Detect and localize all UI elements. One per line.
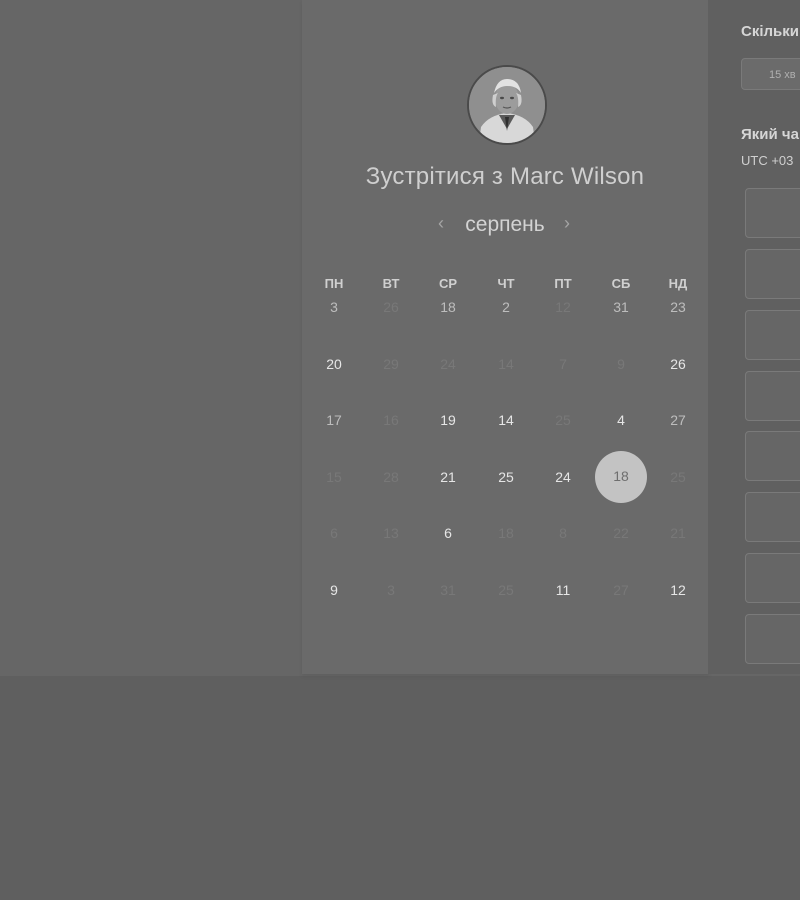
weekday-label: НД xyxy=(668,276,688,291)
calendar-day: 29 xyxy=(383,356,399,372)
calendar-day[interactable]: 6 xyxy=(428,521,468,545)
chevron-right-icon[interactable]: › xyxy=(564,213,570,234)
weekday-label: ПТ xyxy=(554,276,572,291)
time-slot-button[interactable] xyxy=(745,614,800,664)
calendar-day[interactable]: 11 xyxy=(543,578,583,602)
time-slot-button[interactable] xyxy=(745,249,800,299)
time-slot-button[interactable] xyxy=(745,188,800,238)
calendar-day: 6 xyxy=(330,525,338,541)
time-slot-button[interactable] xyxy=(745,492,800,542)
calendar-day: 13 xyxy=(383,525,399,541)
calendar-day: 27 xyxy=(613,582,629,598)
calendar-day: 8 xyxy=(559,525,567,541)
booking-panel: Скільки 15 хв Який ча UTC +03 xyxy=(708,0,800,674)
calendar-day[interactable]: 27 xyxy=(658,408,698,432)
calendar-day[interactable]: 9 xyxy=(314,578,354,602)
calendar-day: 14 xyxy=(498,356,514,372)
time-slot-button[interactable] xyxy=(745,431,800,481)
calendar-day: 3 xyxy=(387,582,395,598)
time-slot-button[interactable] xyxy=(745,553,800,603)
timezone-label[interactable]: UTC +03 xyxy=(741,153,793,168)
calendar-day[interactable]: 25 xyxy=(486,465,526,489)
calendar-day: 16 xyxy=(383,412,399,428)
calendar-day: 18 xyxy=(498,525,514,541)
duration-select[interactable]: 15 хв xyxy=(741,58,800,90)
weekday-label: СР xyxy=(438,276,458,291)
calendar-day[interactable]: 4 xyxy=(601,408,641,432)
calendar-day[interactable]: 20 xyxy=(314,352,354,376)
weekday-label: СБ xyxy=(611,276,631,291)
calendar-day[interactable]: 31 xyxy=(601,295,641,319)
calendar-day: 25 xyxy=(555,412,571,428)
calendar-day: 7 xyxy=(559,356,567,372)
calendar-day[interactable]: 14 xyxy=(486,408,526,432)
calendar-day: 12 xyxy=(555,299,571,315)
weekday-label: ВТ xyxy=(382,276,400,291)
calendar-day: 26 xyxy=(383,299,399,315)
host-avatar xyxy=(467,65,547,145)
scheduling-page: Зустрітися з Marc Wilson ‹ серпень › ПН В… xyxy=(0,0,800,900)
calendar-day: 25 xyxy=(670,469,686,485)
weekday-label: ЧТ xyxy=(497,276,515,291)
calendar-day: 9 xyxy=(617,356,625,372)
calendar-day: 21 xyxy=(670,525,686,541)
calendar-day[interactable]: 23 xyxy=(658,295,698,319)
calendar-day: 28 xyxy=(383,469,399,485)
month-label: серпень xyxy=(465,213,545,236)
calendar-day[interactable]: 12 xyxy=(658,578,698,602)
calendar-day: 22 xyxy=(613,525,629,541)
host-photo xyxy=(469,67,545,143)
calendar-day[interactable]: 17 xyxy=(314,408,354,432)
calendar-day[interactable]: 18 xyxy=(428,295,468,319)
calendar-day[interactable]: 24 xyxy=(543,465,583,489)
selected-day[interactable]: 18 xyxy=(595,451,647,503)
time-slot-button[interactable] xyxy=(745,310,800,360)
calendar-day: 15 xyxy=(326,469,342,485)
bottom-backdrop xyxy=(0,676,800,900)
calendar-card: Зустрітися з Marc Wilson ‹ серпень › ПН В… xyxy=(302,0,709,674)
calendar-day[interactable]: 19 xyxy=(428,408,468,432)
meet-title: Зустрітися з Marc Wilson xyxy=(365,163,645,190)
month-navigation: ‹ серпень › xyxy=(302,211,708,241)
calendar-day: 31 xyxy=(440,582,456,598)
weekday-label: ПН xyxy=(324,276,344,291)
time-question: Який ча xyxy=(741,126,799,143)
calendar-day[interactable]: 3 xyxy=(314,295,354,319)
calendar-day[interactable]: 21 xyxy=(428,465,468,489)
calendar-day[interactable]: 26 xyxy=(658,352,698,376)
calendar-day: 24 xyxy=(440,356,456,372)
duration-question: Скільки xyxy=(741,23,799,40)
time-slot-button[interactable] xyxy=(745,371,800,421)
calendar-day[interactable]: 2 xyxy=(486,295,526,319)
left-empty-pane xyxy=(0,0,302,676)
calendar-day: 25 xyxy=(498,582,514,598)
